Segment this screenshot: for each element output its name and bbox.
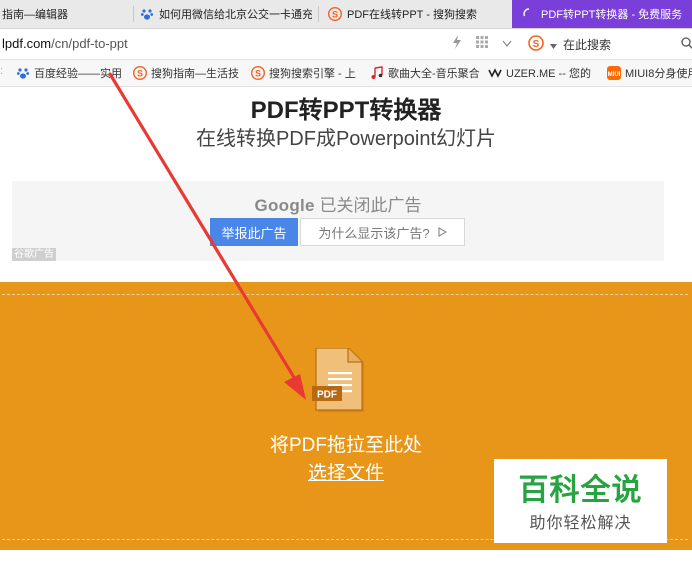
page-title: PDF转PPT转换器 [250, 97, 442, 124]
bookmark-uzer[interactable]: UZER.ME -- 您的 [488, 65, 591, 81]
bookmark-label: 百度经验——实用 [34, 68, 122, 80]
url-field[interactable]: lpdf.com/cn/pdf-to-ppt [2, 36, 128, 51]
bookmark-sogou-engine[interactable]: S 搜狗搜索引擎 - 上 [251, 65, 356, 81]
bookmark-label: UZER.ME -- 您的 [506, 68, 591, 80]
page-subtitle: 在线转换PDF成Powerpoint幻灯片 [195, 128, 497, 150]
tab-wechat-card[interactable]: 如何用微信给北京公交一卡通充 [140, 0, 312, 28]
search-input[interactable]: 在此搜索 [563, 36, 611, 53]
bookmark-sogou-guide[interactable]: S 搜狗指南—生活技 [133, 65, 239, 81]
svg-text:S: S [137, 68, 143, 78]
why-this-ad-label: 为什么显示该广告? [318, 225, 430, 241]
sogou-icon: S [528, 35, 544, 54]
sogou-icon: S [133, 66, 147, 80]
url-host: lpdf.com [2, 36, 52, 51]
tab-sogou-search[interactable]: S PDF在线转PPT - 搜狗搜索 [328, 0, 508, 28]
url-path: /cn/pdf-to-ppt [51, 36, 128, 51]
tab-editor[interactable]: 指南—编辑器 [0, 0, 130, 28]
tab-strip: 指南—编辑器 如何用微信给北京公交一卡通充 S PDF在线转PPT - 搜狗搜索… [0, 0, 692, 29]
grid-icon[interactable] [476, 36, 488, 51]
tab-label: PDF在线转PPT - 搜狗搜索 [347, 9, 477, 21]
svg-text:S: S [332, 9, 338, 19]
search-icon[interactable] [681, 36, 692, 54]
ad-closed-text: 已关闭此广告 [319, 196, 422, 215]
chevron-down-icon[interactable] [502, 37, 512, 51]
sogou-icon: S [328, 7, 342, 21]
lightning-icon[interactable] [452, 35, 462, 52]
baidu-paw-icon [140, 7, 154, 21]
sogou-icon: S [251, 66, 265, 80]
tab-label: 指南—编辑器 [2, 9, 68, 21]
bookmark-label: 搜狗搜索引擎 - 上 [269, 68, 356, 80]
pdf-icon-label: PDF [317, 390, 337, 401]
bookmark-baidu-jingyan[interactable]: 百度经验——实用 [16, 65, 122, 81]
ad-box: Google 已关闭此广告 举报此广告 为什么显示该广告? [12, 181, 664, 261]
uzer-icon [488, 66, 502, 80]
tab-pdf-to-ppt[interactable]: PDF转PPT转换器 - 免费服务 × [512, 0, 692, 28]
svg-text:MIUI: MIUI [608, 72, 621, 78]
bookmark-label: MIUI8分身使用 [625, 68, 692, 80]
bookmark-music[interactable]: 歌曲大全-音乐聚合 [370, 65, 480, 81]
bookmark-separator: : [0, 65, 4, 77]
watermark-logo: 百科全说 助你轻松解决 [494, 459, 667, 543]
bookmarks-bar: : 百度经验——实用 S 搜狗指南—生活技 S 搜狗搜索引擎 - 上 歌曲大全-… [0, 60, 692, 87]
baidu-paw-icon [16, 66, 30, 80]
search-box[interactable]: S 在此搜索 [528, 35, 611, 54]
svg-text:S: S [255, 68, 261, 78]
miui-icon: MIUI [607, 66, 621, 80]
search-engine-dropdown-icon[interactable] [550, 38, 557, 52]
tab-label: 如何用微信给北京公交一卡通充 [159, 9, 312, 21]
tab-separator [133, 6, 134, 22]
google-logo-text: Google [254, 196, 315, 215]
svg-text:S: S [533, 39, 540, 50]
bookmark-label: 歌曲大全-音乐聚合 [388, 68, 480, 80]
address-bar: lpdf.com/cn/pdf-to-ppt S 在此搜索 [0, 29, 692, 60]
bookmark-miui[interactable]: MIUI MIUI8分身使用 [607, 65, 692, 81]
tab-label: PDF转PPT转换器 - 免费服务 [541, 9, 683, 21]
why-this-ad-button[interactable]: 为什么显示该广告? [300, 218, 465, 246]
watermark-subtitle: 助你轻松解决 [529, 515, 632, 532]
bookmark-label: 搜狗指南—生活技 [151, 68, 239, 80]
music-icon [370, 66, 384, 80]
ad-closed-message: Google 已关闭此广告 [12, 191, 664, 216]
ad-label-badge: 谷歌广告 [12, 248, 56, 261]
drop-instruction: 将PDF拖拉至此处 [269, 435, 422, 456]
report-ad-button[interactable]: 举报此广告 [210, 218, 298, 246]
loading-icon [522, 7, 536, 21]
address-tools [452, 35, 512, 52]
play-triangle-icon [438, 225, 447, 240]
tab-separator [318, 6, 319, 22]
watermark-title: 百科全说 [518, 474, 643, 507]
pdf-file-icon: PDF [312, 347, 366, 419]
